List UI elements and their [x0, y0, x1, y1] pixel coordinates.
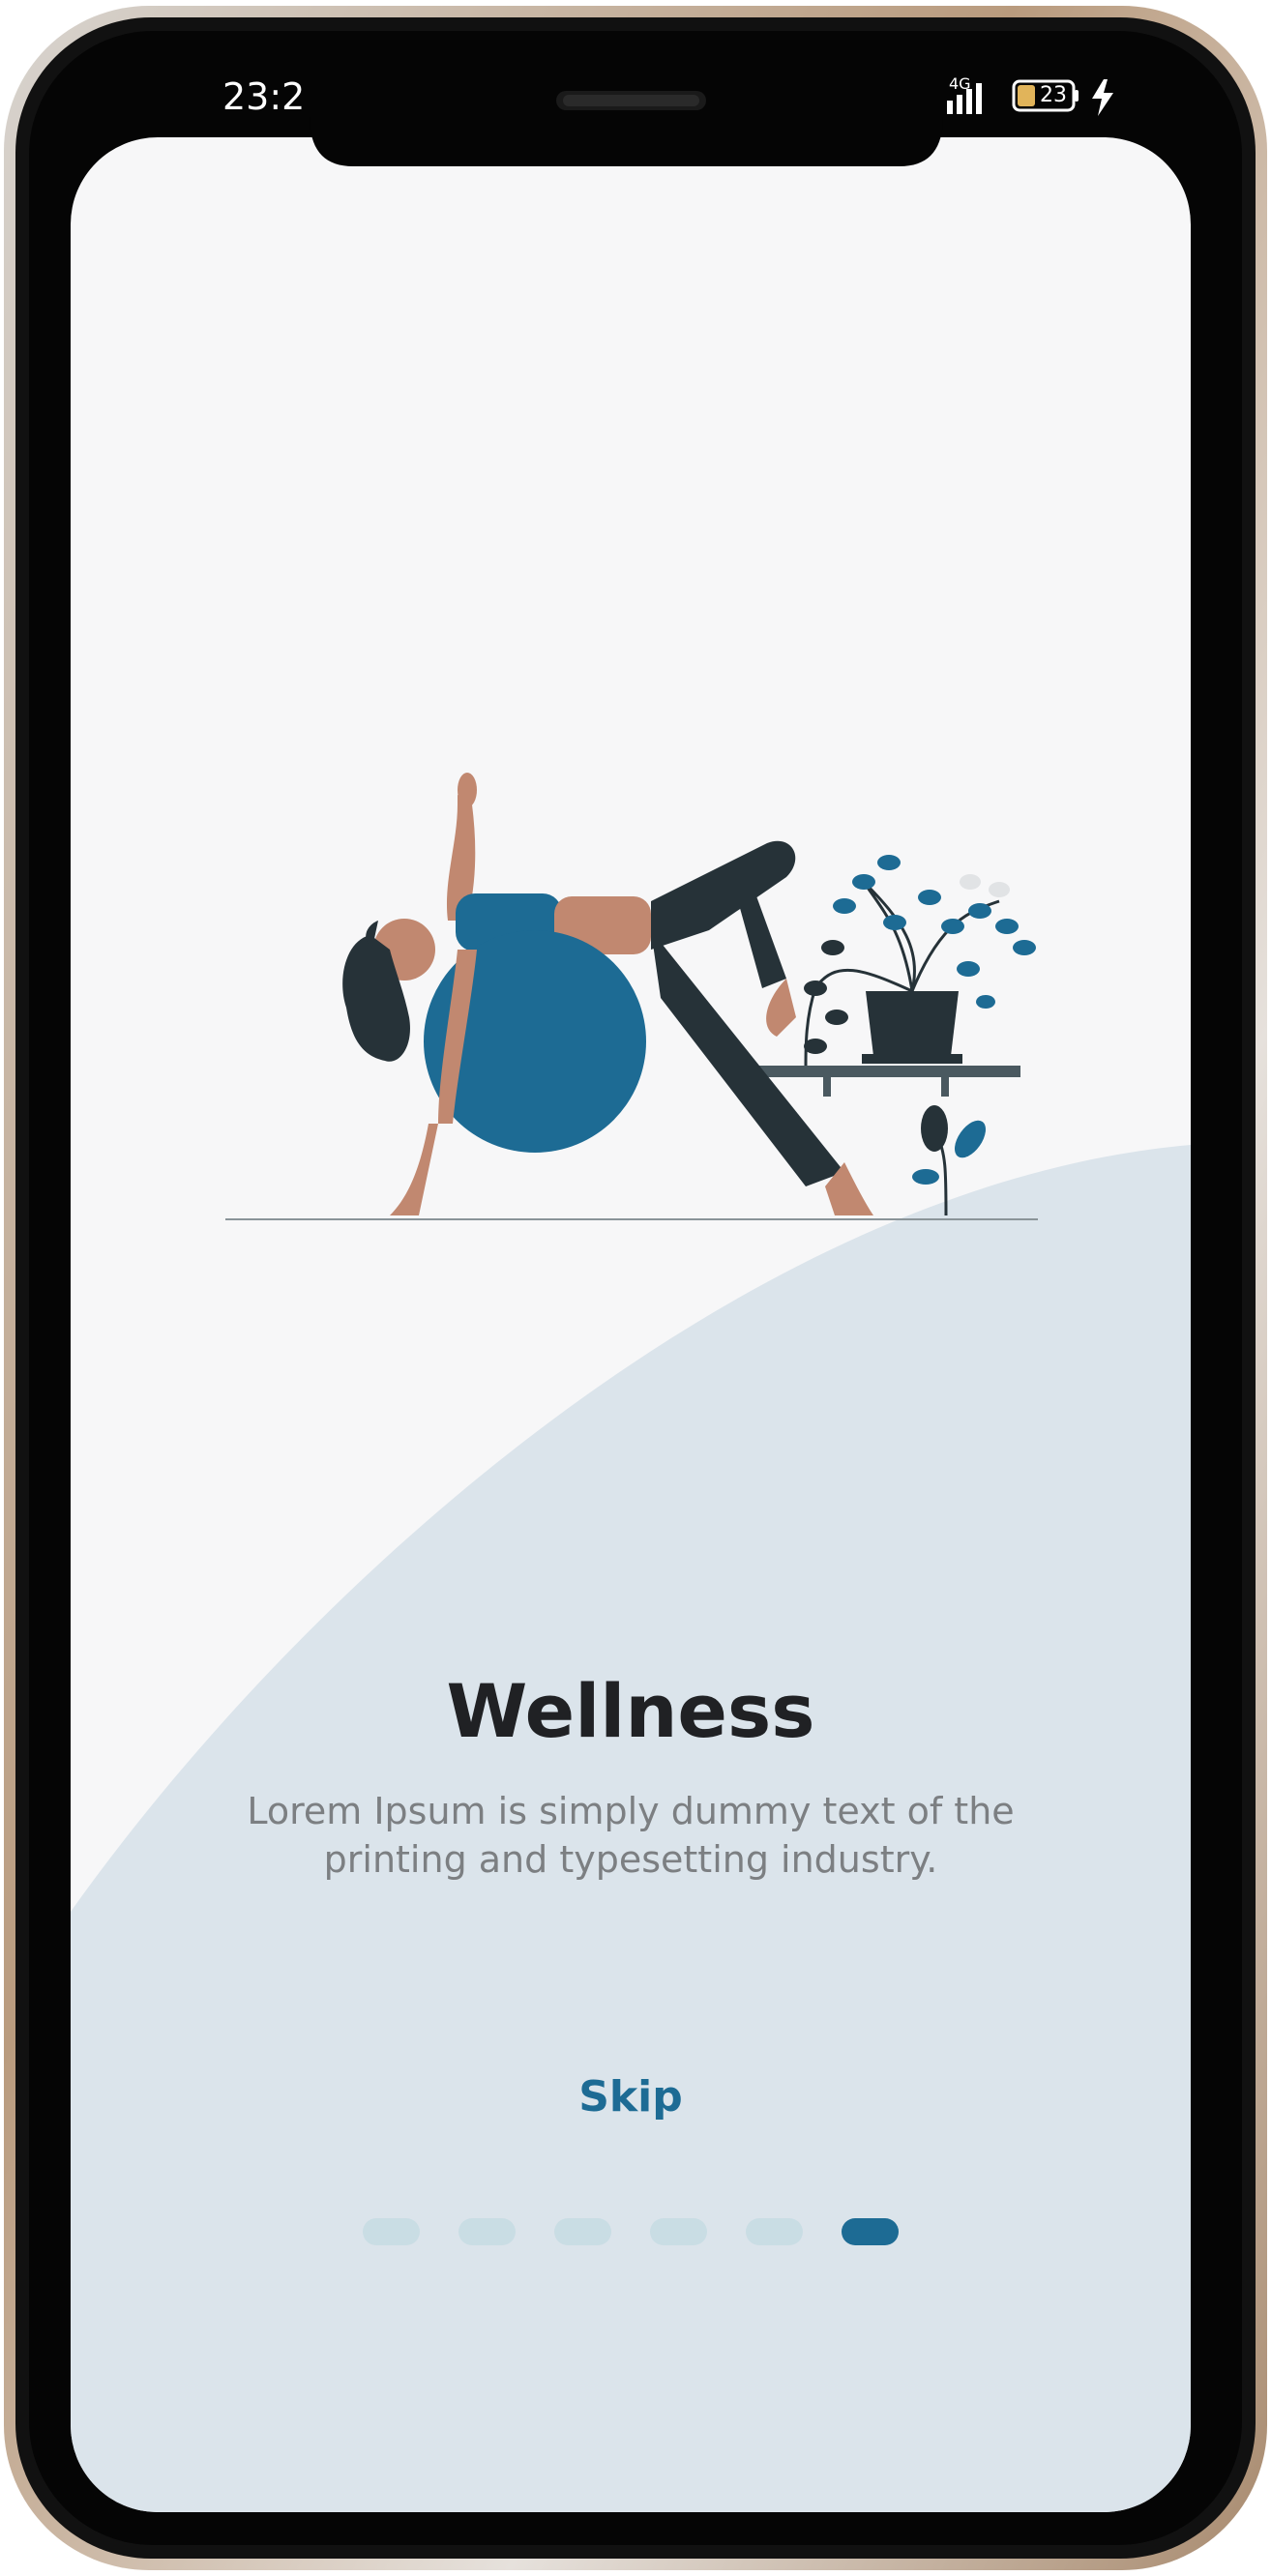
phone-mockup: Wellness Lorem Ipsum is simply dummy tex…: [0, 0, 1271, 2576]
floor-plant-illustration: [912, 1105, 986, 1216]
page-dot-3[interactable]: [554, 2218, 611, 2245]
yoga-illustration: [225, 773, 1038, 1220]
signal-icon: 4G: [947, 74, 982, 114]
charging-icon: [1092, 79, 1113, 116]
page-dot-2[interactable]: [458, 2218, 516, 2245]
page-dot-4[interactable]: [650, 2218, 707, 2245]
status-time: 23:2: [222, 75, 306, 118]
app-screen: Wellness Lorem Ipsum is simply dummy tex…: [71, 137, 1191, 2512]
battery-level: 23: [1040, 83, 1067, 107]
page-dot-1[interactable]: [363, 2218, 420, 2245]
skip-button[interactable]: Skip: [534, 2064, 727, 2131]
page-dot-6[interactable]: [842, 2218, 899, 2245]
onboarding-description: Lorem Ipsum is simply dummy text of the …: [247, 1790, 1015, 1881]
page-dot-5[interactable]: [746, 2218, 803, 2245]
woman-on-ball-illustration: [342, 773, 873, 1215]
shelf-plant-illustration: [748, 855, 1036, 1097]
onboarding-title: Wellness: [446, 1668, 815, 1754]
page-indicator: [363, 2217, 899, 2246]
